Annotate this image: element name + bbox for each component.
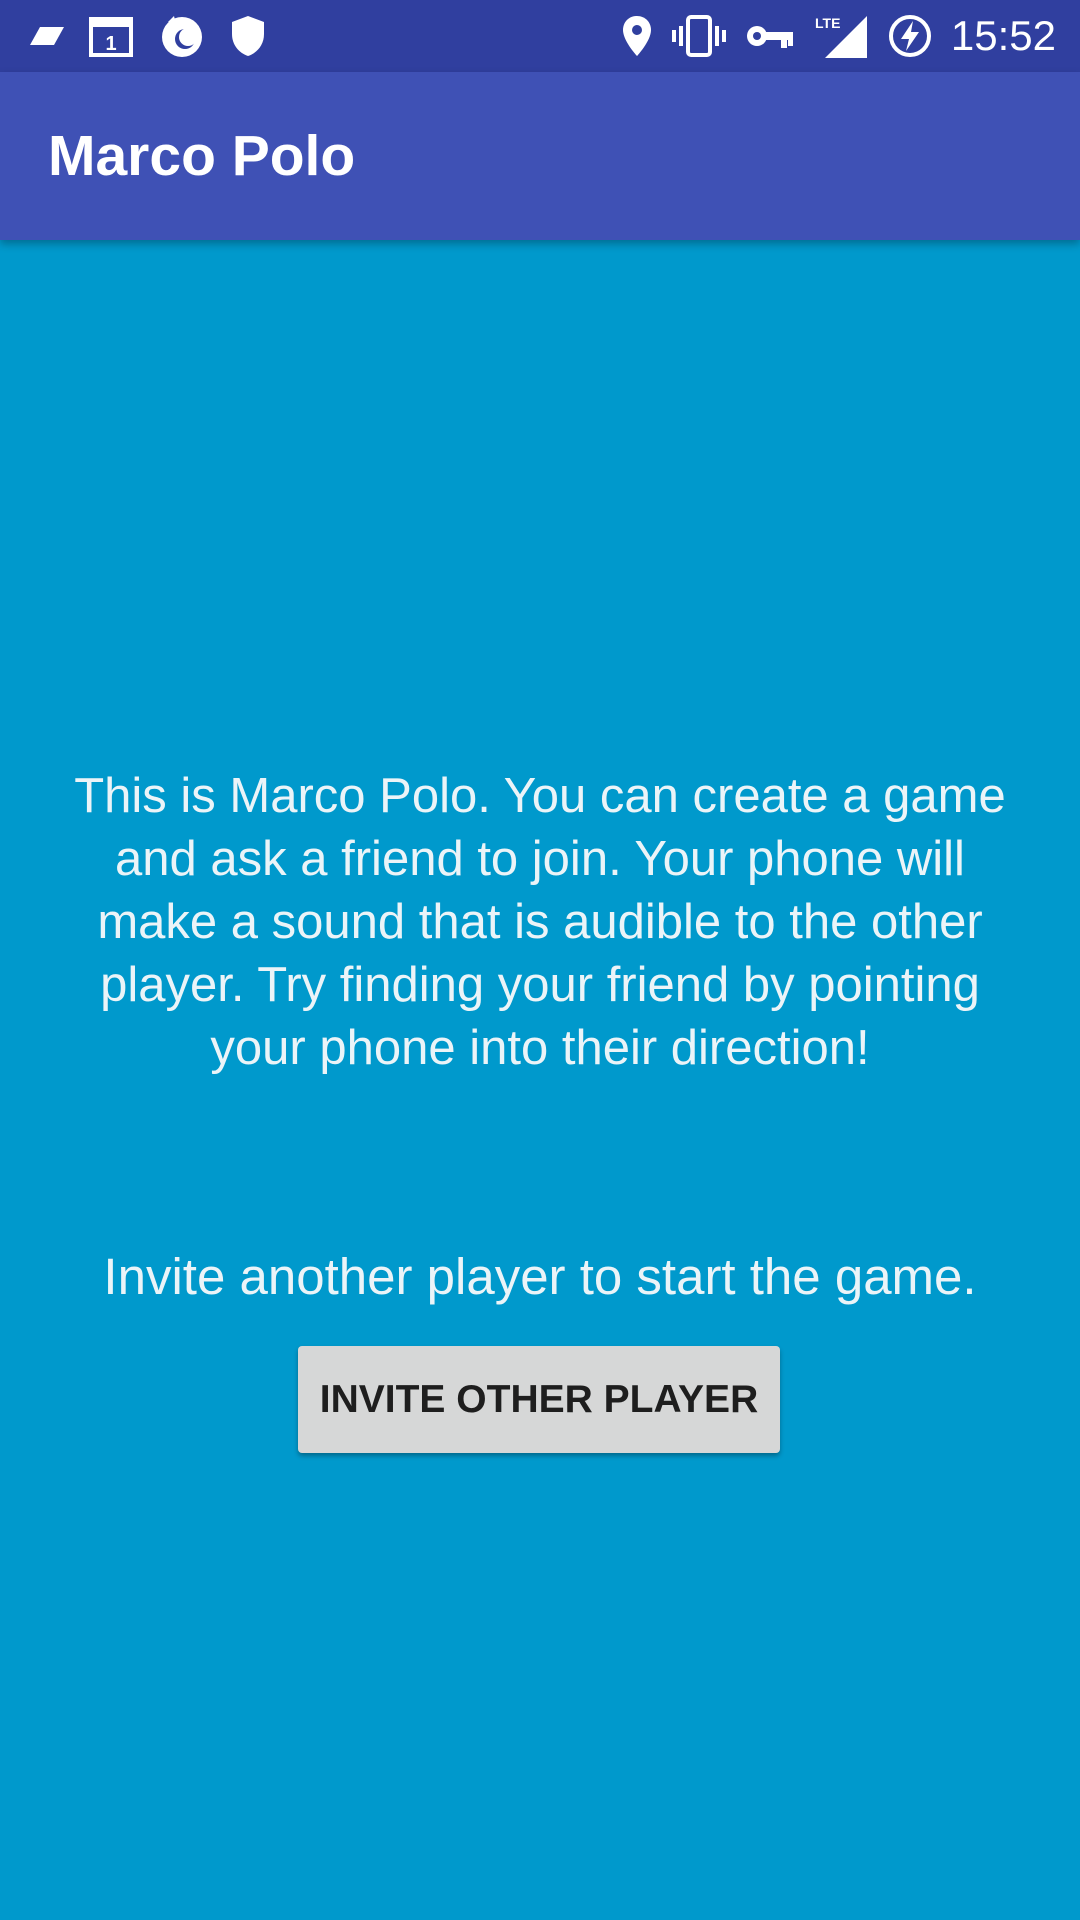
- vpn-key-icon: [745, 21, 795, 51]
- svg-text:LTE: LTE: [815, 15, 840, 31]
- status-bar-right: LTE 15:52: [621, 0, 1056, 72]
- battery-charging-icon: [887, 13, 933, 59]
- notification-icon: [30, 25, 64, 47]
- svg-text:1: 1: [105, 33, 116, 55]
- game-description: This is Marco Polo. You can create a gam…: [74, 769, 1006, 1075]
- calendar-icon: 1: [88, 14, 134, 58]
- screen: 1 LTE 15:52 Marco Polo This is Marco Pol…: [0, 0, 1080, 1920]
- invite-prompt: Invite another player to start the game.: [103, 1248, 977, 1305]
- shield-icon: [230, 14, 266, 58]
- app-bar: Marco Polo: [0, 72, 1080, 240]
- invite-other-player-button[interactable]: INVITE OTHER PLAYER: [298, 1346, 780, 1453]
- firefox-icon: [158, 12, 206, 60]
- app-title: Marco Polo: [48, 124, 356, 188]
- location-icon: [621, 14, 653, 58]
- vibrate-icon: [671, 14, 727, 58]
- status-bar: 1 LTE 15:52: [0, 0, 1080, 72]
- status-bar-left: 1: [30, 0, 290, 72]
- lte-signal-icon: LTE: [813, 12, 869, 60]
- status-time: 15:52: [950, 12, 1056, 59]
